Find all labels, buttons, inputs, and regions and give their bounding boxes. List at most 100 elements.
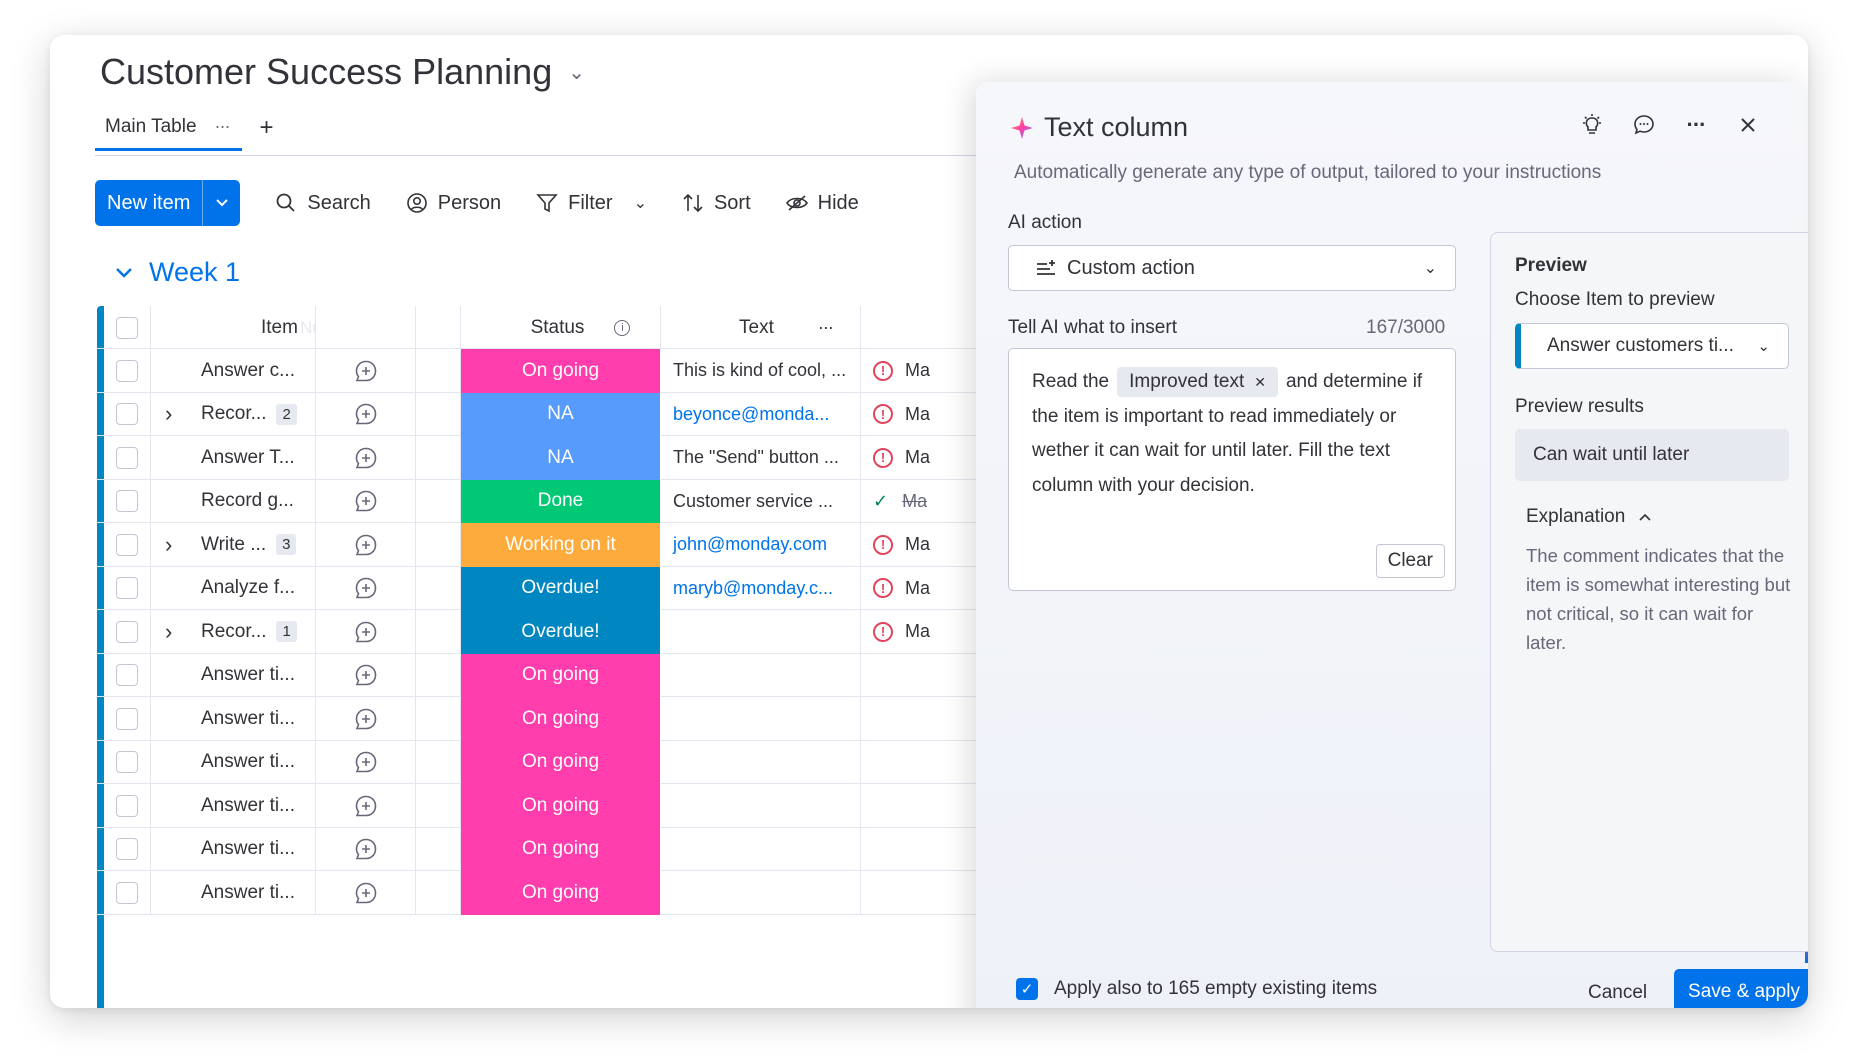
text-cell[interactable]: Customer service ... [661,479,861,523]
row-checkbox[interactable] [104,349,151,393]
text-cell[interactable]: john@monday.com [661,523,861,567]
chevron-down-icon[interactable] [202,180,240,226]
item-name-cell[interactable]: › Recor... 1 [151,610,316,654]
next-column-cell[interactable] [861,697,951,741]
row-checkbox[interactable] [104,479,151,523]
add-update-button[interactable] [316,479,416,523]
apply-existing-checkbox[interactable]: ✓ Apply also to 165 empty existing items [1016,978,1377,1000]
add-update-button[interactable] [316,610,416,654]
status-cell[interactable]: On going [461,827,661,871]
status-cell[interactable]: On going [461,784,661,828]
subitem-count-badge[interactable]: 2 [276,403,297,425]
empty-cell[interactable] [416,436,461,480]
text-cell[interactable] [661,697,861,741]
subitem-count-badge[interactable]: 3 [276,534,297,556]
info-icon[interactable]: i [614,319,631,336]
group-header[interactable]: Week 1 [115,257,240,288]
row-checkbox[interactable] [104,610,151,654]
chevron-down-icon[interactable]: ⌄ [634,193,647,213]
next-column-cell[interactable]: ! Ma [861,349,951,393]
select-all-checkbox[interactable] [104,306,151,349]
preview-item-select[interactable]: Answer customers ti... ⌄ [1515,323,1789,369]
remove-chip-icon[interactable]: ✕ [1254,374,1266,390]
prompt-textarea[interactable]: Read the Improved text ✕ and determine if t… [1008,348,1456,591]
column-header-status[interactable]: Status i [461,306,661,349]
text-cell[interactable] [661,653,861,697]
empty-cell[interactable] [416,479,461,523]
board-title[interactable]: Customer Success Planning ⌄ [100,51,585,93]
chevron-down-icon[interactable]: ⌄ [1757,337,1770,355]
text-cell[interactable] [661,784,861,828]
next-column-cell[interactable] [861,654,951,698]
row-checkbox[interactable] [104,697,151,741]
next-column-cell[interactable]: ! Ma [861,393,951,437]
status-cell[interactable]: NA [461,436,661,480]
clear-button[interactable]: Clear [1375,544,1445,578]
chevron-down-icon[interactable]: ⌄ [568,60,585,85]
column-header-text[interactable]: Text ··· [661,306,861,349]
empty-cell[interactable] [416,566,461,610]
row-checkbox[interactable] [104,871,151,915]
next-column-cell[interactable]: ! Ma [861,523,951,567]
explanation-toggle[interactable]: Explanation [1526,506,1651,528]
add-update-button[interactable] [316,871,416,915]
next-column-cell[interactable]: ! Ma [861,610,951,654]
text-cell[interactable]: beyonce@monda... [661,392,861,436]
item-name-cell[interactable]: Answer ti... [151,784,316,828]
close-icon[interactable] [1735,112,1761,138]
empty-cell[interactable] [416,871,461,915]
status-cell[interactable]: On going [461,740,661,784]
filter-button[interactable]: Filter ⌄ [535,191,647,215]
more-icon[interactable]: ··· [818,317,834,338]
person-filter-button[interactable]: Person [405,191,501,215]
feedback-icon[interactable] [1631,112,1657,138]
hide-button[interactable]: Hide [785,191,859,215]
item-name-cell[interactable]: › Write ... 3 [151,523,316,567]
add-update-button[interactable] [316,653,416,697]
next-column-cell[interactable]: ✓ Ma [861,480,951,524]
text-cell[interactable] [661,871,861,915]
more-icon[interactable]: ··· [215,116,231,137]
text-cell[interactable] [661,827,861,871]
row-checkbox[interactable] [104,523,151,567]
item-name-cell[interactable]: Answer ti... [151,740,316,784]
row-checkbox[interactable] [104,784,151,828]
empty-cell[interactable] [416,610,461,654]
status-cell[interactable]: On going [461,349,661,393]
add-update-button[interactable] [316,697,416,741]
status-cell[interactable]: On going [461,871,661,915]
status-cell[interactable]: NA [461,392,661,436]
next-column-cell[interactable]: ! Ma [861,567,951,611]
expand-subitems-icon[interactable]: › [165,401,172,427]
status-cell[interactable]: On going [461,697,661,741]
add-update-button[interactable] [316,784,416,828]
item-name-cell[interactable]: Answer c... [151,349,316,393]
subitem-count-badge[interactable]: 1 [276,621,297,643]
status-cell[interactable]: Working on it [461,523,661,567]
group-title[interactable]: Week 1 [149,257,240,288]
next-column-cell[interactable] [861,828,951,872]
item-name-cell[interactable]: Analyze f... [151,566,316,610]
search-button[interactable]: Search [274,191,371,215]
text-cell[interactable]: This is kind of cool, ... [661,349,861,393]
empty-cell[interactable] [416,740,461,784]
add-update-button[interactable] [316,349,416,393]
row-checkbox[interactable] [104,827,151,871]
item-name-cell[interactable]: Answer ti... [151,653,316,697]
status-cell[interactable]: Done [461,479,661,523]
ai-action-select[interactable]: Custom action ⌄ [1008,245,1456,291]
expand-subitems-icon[interactable]: › [165,619,172,645]
item-name-cell[interactable]: Answer ti... [151,697,316,741]
empty-cell[interactable] [416,784,461,828]
add-update-button[interactable] [316,392,416,436]
row-checkbox[interactable] [104,740,151,784]
item-name-cell[interactable]: Answer ti... [151,827,316,871]
empty-cell[interactable] [416,827,461,871]
chevron-down-icon[interactable] [115,267,133,279]
add-update-button[interactable] [316,523,416,567]
item-name-cell[interactable]: Record g... [151,479,316,523]
empty-cell[interactable] [416,653,461,697]
new-item-button[interactable]: New item [95,180,241,226]
status-cell[interactable]: Overdue! [461,566,661,610]
status-cell[interactable]: Overdue! [461,610,661,654]
